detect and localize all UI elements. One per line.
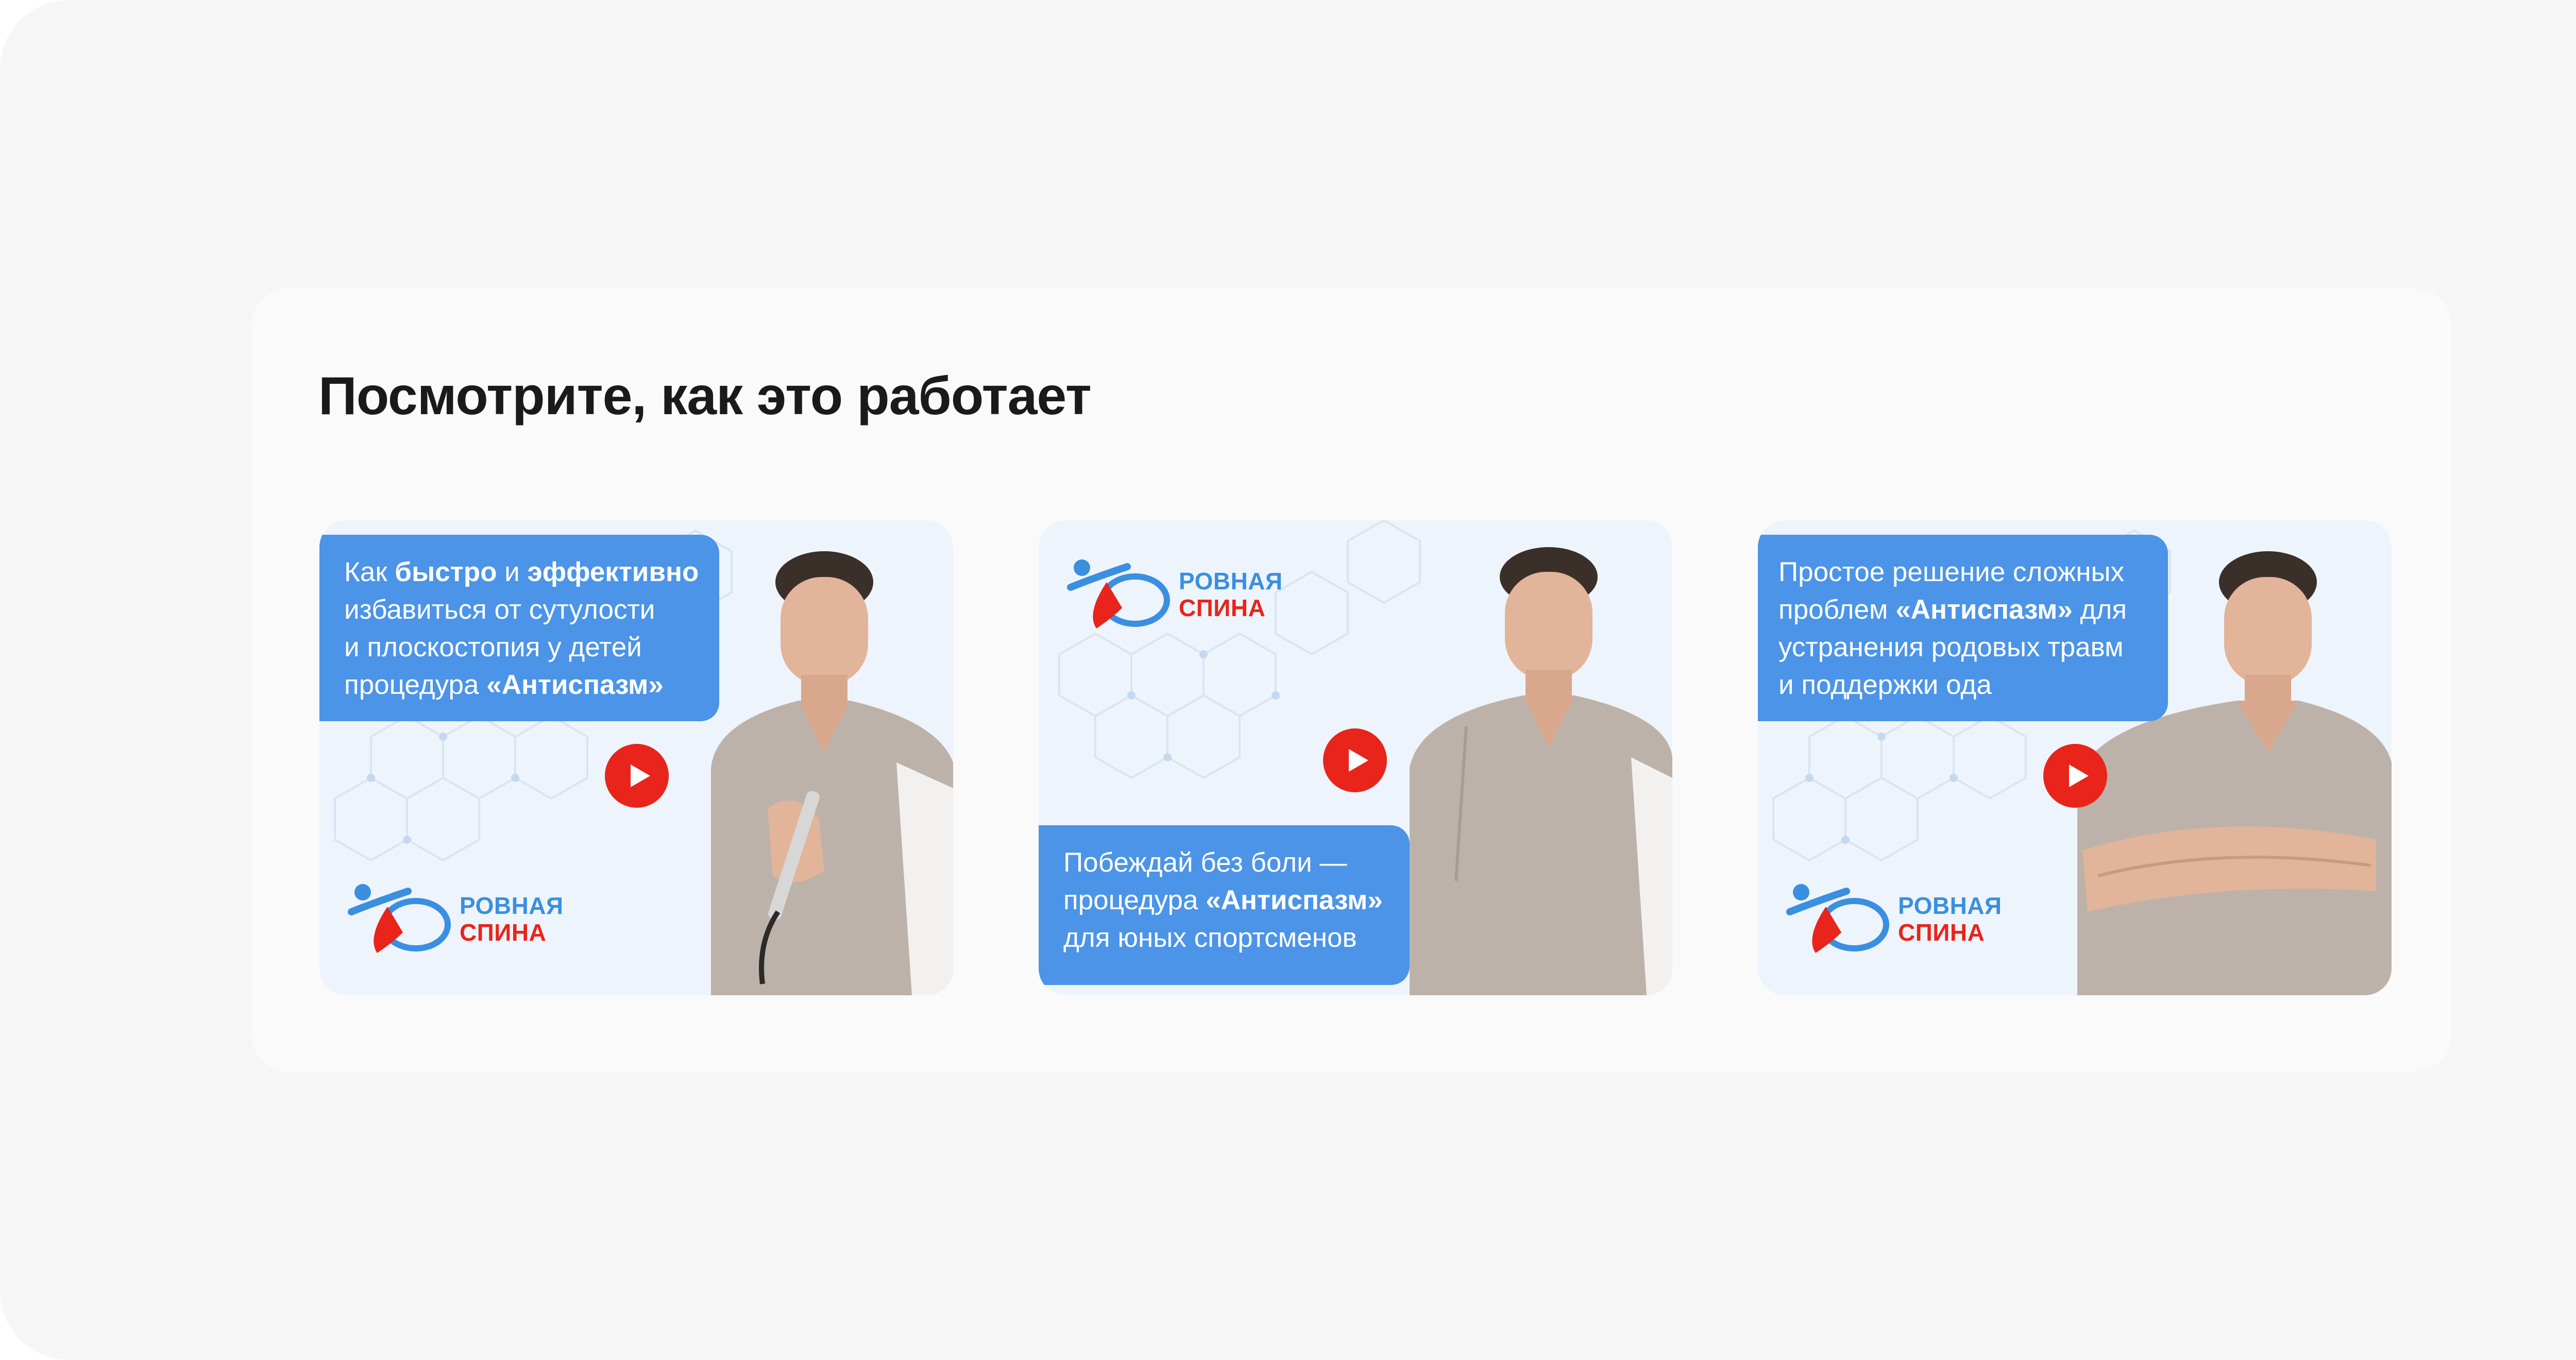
brand-logo-mark-icon xyxy=(348,884,451,953)
brand-name-line-2: СПИНА xyxy=(1898,919,1985,946)
video-caption: Как быстро и эффективно избавиться от су… xyxy=(319,535,719,721)
brand-name-line-1: РОВНАЯ xyxy=(1898,892,2002,919)
caption-line-3: для юных спортсменов xyxy=(1063,923,1357,953)
brand-logo-mark-icon xyxy=(1786,884,1889,953)
video-card-2[interactable]: Побеждай без боли — процедура «Антиспазм… xyxy=(1039,520,1672,995)
caption-line-3: и плоскостопия у детей xyxy=(344,632,642,662)
play-icon xyxy=(2069,764,2089,787)
video-caption: Простое решение сложных проблем «Антиспа… xyxy=(1758,535,2168,721)
play-button[interactable] xyxy=(1323,728,1387,792)
video-caption: Побеждай без боли — процедура «Антиспазм… xyxy=(1039,825,1410,985)
caption-line-2: избавиться от сутулости xyxy=(344,594,655,625)
caption-line-4: процедура «Антиспазм» xyxy=(344,670,664,700)
caption-line-1: Побеждай без боли — xyxy=(1063,847,1347,878)
caption-line-3: устранения родовых травм xyxy=(1778,632,2124,662)
brand-logo: РОВНАЯ СПИНА xyxy=(1065,556,1287,634)
brand-logo-mark-icon xyxy=(1067,559,1170,628)
brand-name-line-1: РОВНАЯ xyxy=(460,892,564,919)
doctor-standing-image xyxy=(1410,547,1672,995)
video-card-1[interactable]: Как быстро и эффективно избавиться от су… xyxy=(319,520,953,995)
caption-line-2: проблем «Антиспазм» для xyxy=(1778,594,2127,625)
play-button[interactable] xyxy=(605,744,669,808)
video-card-3[interactable]: Простое решение сложных проблем «Антиспа… xyxy=(1758,520,2392,995)
caption-line-4: и поддержки ода xyxy=(1778,670,1992,700)
video-section: Посмотрите, как это работает Как быстро … xyxy=(251,288,2451,1072)
caption-line-1: Как быстро и эффективно xyxy=(344,557,699,587)
play-button[interactable] xyxy=(2043,744,2107,808)
brand-logo: РОВНАЯ СПИНА xyxy=(346,881,568,958)
page-frame: Посмотрите, как это работает Как быстро … xyxy=(0,0,2576,1360)
caption-line-2: процедура «Антиспазм» xyxy=(1063,885,1383,915)
caption-line-1: Простое решение сложных xyxy=(1778,557,2125,587)
brand-name-line-2: СПИНА xyxy=(1179,594,1266,621)
brand-name-line-1: РОВНАЯ xyxy=(1179,568,1283,594)
brand-name-line-2: СПИНА xyxy=(460,919,547,946)
section-title: Посмотрите, как это работает xyxy=(318,366,1092,426)
play-icon xyxy=(631,764,650,787)
play-icon xyxy=(1349,749,1368,772)
brand-logo: РОВНАЯ СПИНА xyxy=(1785,881,2006,958)
